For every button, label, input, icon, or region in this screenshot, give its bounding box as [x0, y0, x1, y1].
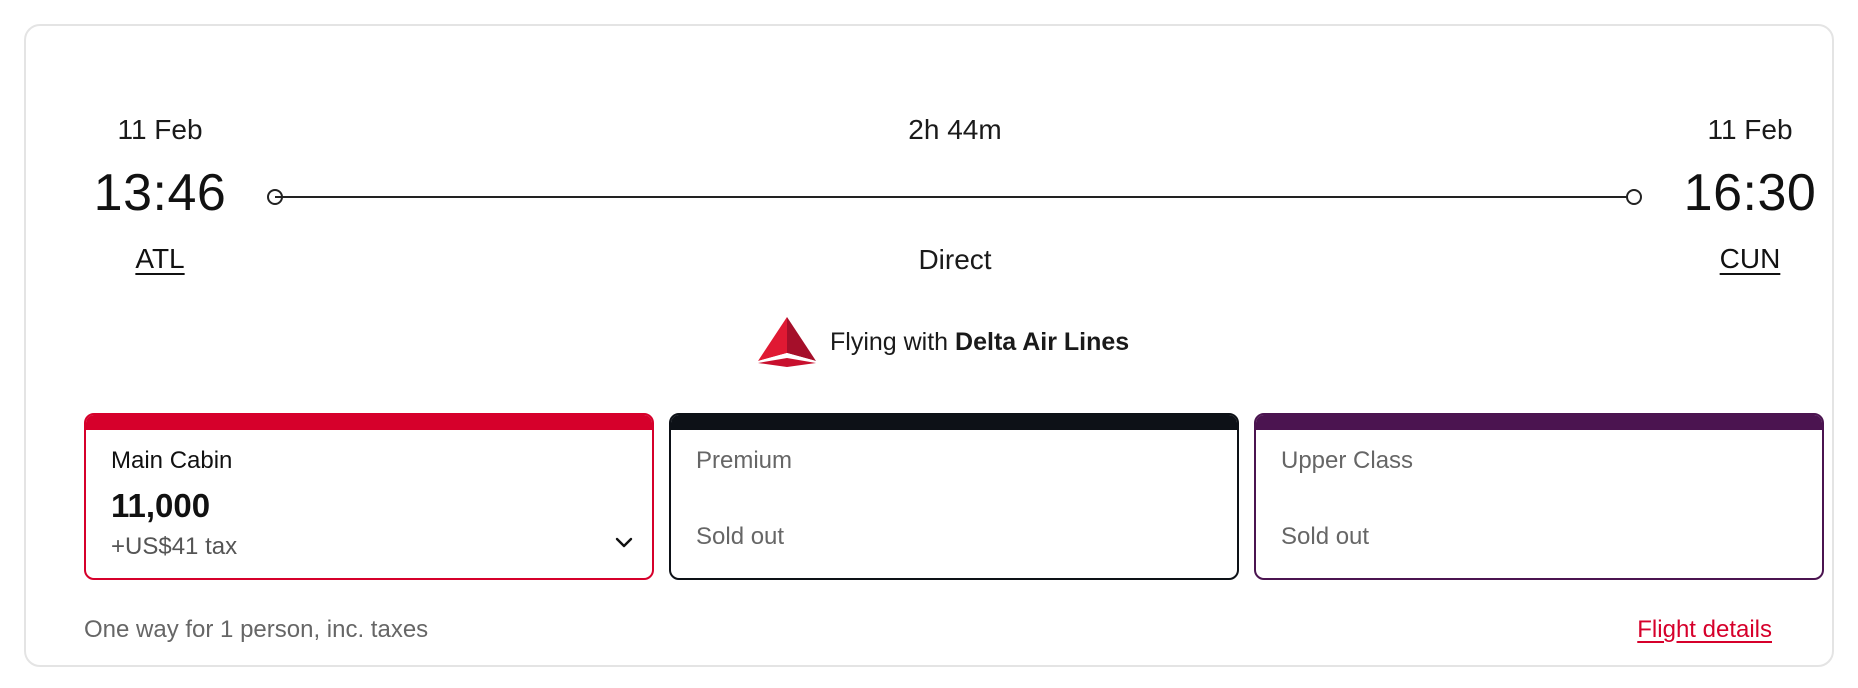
fare-color-bar	[1256, 415, 1822, 430]
fare-status: Sold out	[696, 523, 785, 550]
fare-name: Main Cabin	[111, 447, 233, 474]
fare-option-main-cabin[interactable]: Main Cabin 11,000 +US$41 tax	[84, 413, 654, 580]
flight-duration: 2h 44m	[908, 114, 1002, 145]
airline-label: Flying with Delta Air Lines	[830, 328, 1129, 357]
arrival-time: 16:30	[1683, 164, 1817, 222]
fare-points: 11,000	[111, 487, 211, 524]
delta-widget-icon	[758, 317, 816, 367]
airline-info: Flying with Delta Air Lines	[756, 316, 1129, 368]
fare-color-bar	[86, 415, 652, 430]
departure-time: 13:46	[93, 164, 227, 222]
chevron-down-icon[interactable]	[614, 533, 634, 553]
departure-airport-link[interactable]: ATL	[90, 243, 230, 275]
fare-color-bar	[671, 415, 1237, 430]
arrival-date: 11 Feb	[1707, 114, 1793, 145]
arrival-airport-link[interactable]: CUN	[1680, 243, 1820, 275]
fare-name: Premium	[696, 447, 793, 474]
airline-prefix: Flying with	[830, 327, 949, 356]
flight-details-link[interactable]: Flight details	[1637, 616, 1772, 644]
departure-date: 11 Feb	[117, 114, 203, 145]
fare-tax: +US$41 tax	[111, 533, 238, 560]
fare-status: Sold out	[1281, 523, 1370, 550]
fare-name: Upper Class	[1281, 447, 1414, 474]
route-line	[275, 196, 1635, 198]
stops-label: Direct	[918, 244, 992, 275]
fare-footnote: One way for 1 person, inc. taxes	[84, 616, 429, 643]
route-end-dot	[1626, 189, 1642, 205]
airline-name: Delta Air Lines	[955, 327, 1130, 356]
fare-option-premium[interactable]: Premium Sold out	[669, 413, 1239, 580]
flight-result-card: 11 Feb 13:46 ATL 2h 44m Direct 11 Feb 16…	[24, 24, 1834, 667]
fare-option-upper-class[interactable]: Upper Class Sold out	[1254, 413, 1824, 580]
